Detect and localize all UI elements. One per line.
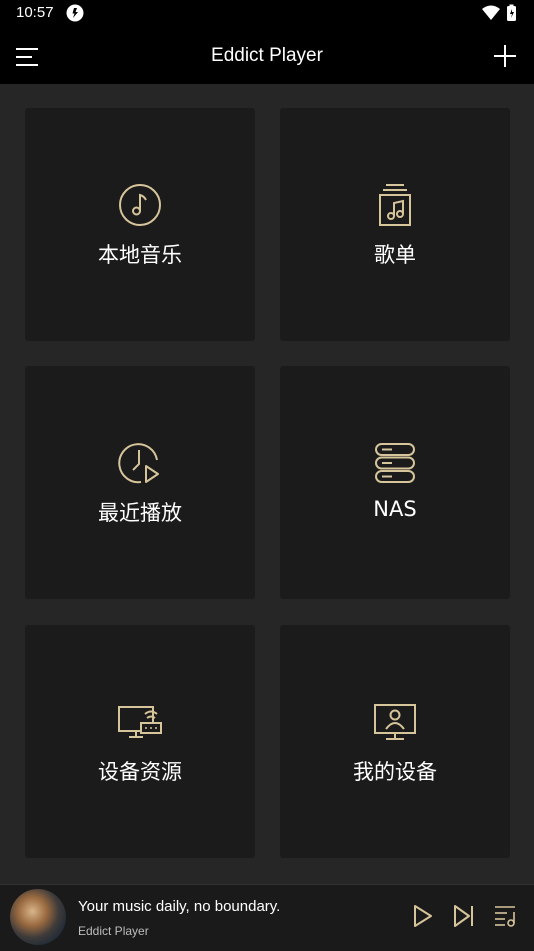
play-icon[interactable]: [411, 903, 435, 929]
music-note-icon: [119, 184, 161, 226]
tile-label: 最近播放: [98, 501, 182, 525]
tile-label: 设备资源: [98, 760, 182, 784]
wifi-battery-icon: [482, 4, 516, 21]
page-title: Eddict Player: [211, 45, 323, 66]
device-source-icon: [118, 706, 162, 738]
next-icon[interactable]: [452, 903, 476, 929]
add-icon[interactable]: [492, 43, 518, 69]
tile-device-source[interactable]: 设备资源: [25, 625, 255, 858]
mini-player[interactable]: Your music daily, no boundary. Eddict Pl…: [0, 884, 534, 951]
tile-label: NAS: [373, 497, 417, 521]
status-time: 10:57: [16, 4, 54, 21]
status-bar: 10:57: [0, 0, 534, 30]
tile-recent-play[interactable]: 最近播放: [25, 366, 255, 599]
tile-label: 我的设备: [353, 760, 437, 784]
recent-play-icon: [118, 443, 159, 484]
tile-nas[interactable]: NAS: [280, 366, 510, 599]
queue-icon[interactable]: [493, 903, 519, 929]
app-bar: Eddict Player: [0, 30, 534, 84]
tile-my-device[interactable]: 我的设备: [280, 625, 510, 858]
playlist-icon: [379, 184, 411, 226]
track-artist: Eddict Player: [78, 924, 149, 938]
album-art[interactable]: [10, 889, 66, 945]
track-title: Your music daily, no boundary.: [78, 898, 281, 915]
nas-server-icon: [375, 443, 415, 483]
my-device-icon: [374, 704, 416, 740]
app-notification-icon: [66, 4, 84, 22]
tile-local-music[interactable]: 本地音乐: [25, 108, 255, 341]
tile-playlist[interactable]: 歌单: [280, 108, 510, 341]
tile-label: 歌单: [374, 243, 416, 267]
tile-label: 本地音乐: [98, 243, 182, 267]
